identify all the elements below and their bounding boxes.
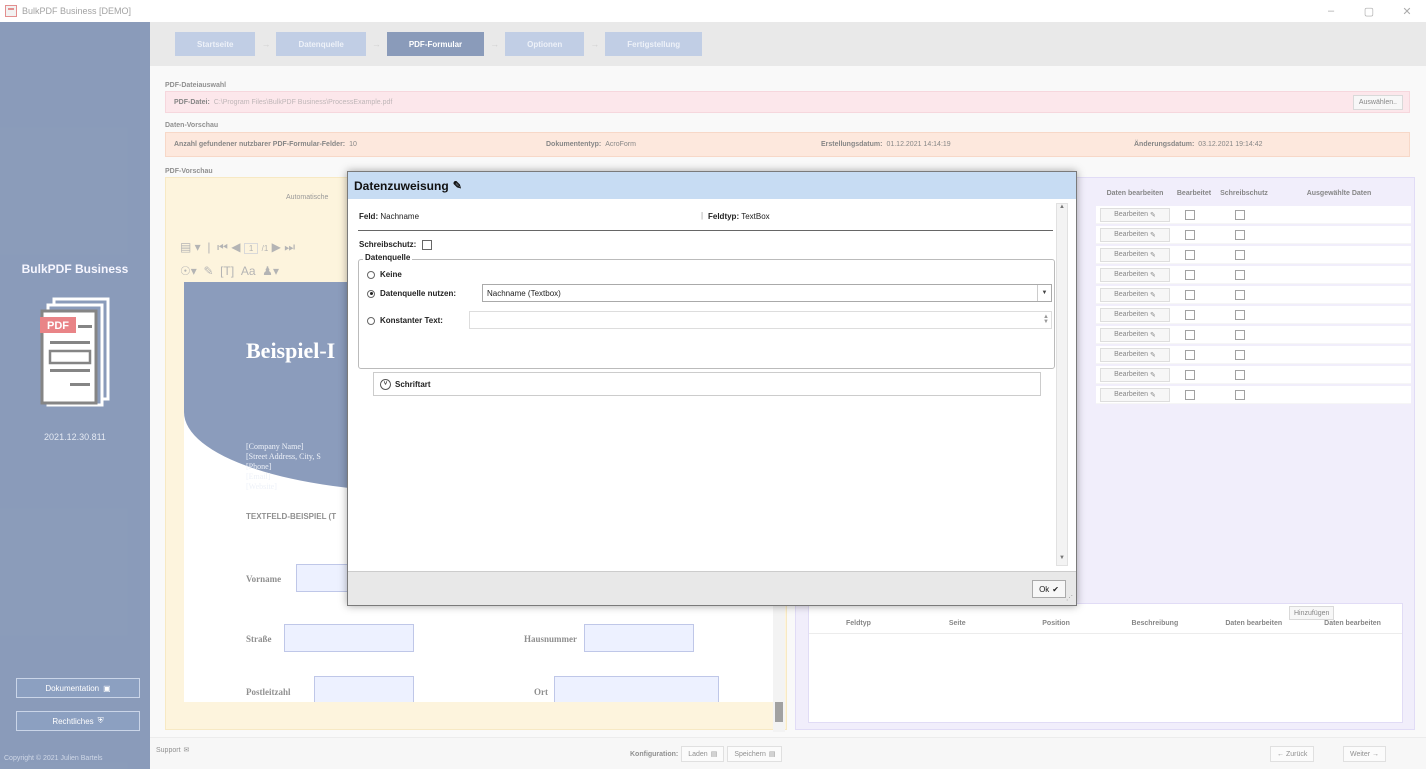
readonly-checkbox[interactable] (421, 240, 432, 250)
radio-constant[interactable] (367, 316, 375, 325)
option-none-label: Keine (380, 270, 402, 279)
checkmark-icon: ✔ (1052, 584, 1059, 594)
dialog-titlebar: Datenzuweisung ✎ (348, 172, 1076, 199)
option-none[interactable]: Keine (367, 270, 402, 279)
option-const-label: Konstanter Text: (380, 316, 443, 325)
dialog-footer: Ok ✔ ⋰ (348, 571, 1076, 605)
resize-grip-icon[interactable]: ⋰ (1066, 594, 1073, 602)
datasource-legend: Datenquelle (363, 253, 413, 262)
scroll-up-icon[interactable]: ▲ (1057, 204, 1067, 214)
spin-icon: ▲ ▼ (1043, 314, 1049, 325)
option-constant[interactable]: Konstanter Text: (367, 316, 443, 325)
option-use-datasource[interactable]: Datenquelle nutzen: (367, 289, 456, 298)
radio-none[interactable] (367, 270, 375, 279)
dialog-scrollbar[interactable]: ▲ ▼ (1056, 203, 1068, 566)
fieldtype-label: Feldtyp: (708, 212, 740, 221)
option-use-label: Datenquelle nutzen: (380, 289, 457, 298)
dialog-title: Datenzuweisung (354, 178, 449, 193)
fieldtype-info: Feldtyp: TextBox (708, 212, 770, 221)
readonly-row: Schreibschutz: (359, 240, 432, 250)
ok-label: Ok (1039, 584, 1050, 594)
fieldtype-value: TextBox (741, 212, 770, 221)
ok-button[interactable]: Ok ✔ (1032, 580, 1066, 598)
chevron-down-icon[interactable]: ▼ (1037, 285, 1051, 301)
font-expander-label: Schriftart (395, 379, 431, 389)
readonly-label: Schreibschutz: (359, 240, 417, 250)
datasource-selected: Nachname (Textbox) (487, 288, 561, 298)
field-info: Feld: Nachname (359, 212, 419, 221)
data-assignment-dialog: Datenzuweisung ✎ Feld: Nachname | Feldty… (347, 171, 1077, 606)
field-divider: | (701, 211, 704, 220)
radio-use-datasource[interactable] (367, 289, 375, 298)
field-label: Feld: (359, 212, 379, 221)
scroll-down-icon[interactable]: ▼ (1057, 555, 1067, 565)
dialog-separator (358, 230, 1053, 231)
dialog-body: Feld: Nachname | Feldtyp: TextBox Schrei… (348, 199, 1076, 571)
constant-text-input[interactable]: ▲ ▼ (469, 311, 1052, 329)
datasource-group: Datenquelle Keine Datenquelle nutzen: Na… (358, 253, 1055, 369)
datasource-select[interactable]: Nachname (Textbox) ▼ (482, 284, 1052, 302)
field-value: Nachname (380, 212, 420, 221)
expand-chevron-icon[interactable]: ˅ (380, 378, 391, 390)
edit-document-icon: ✎ (452, 180, 462, 192)
font-expander[interactable]: ˅ Schriftart (373, 372, 1041, 396)
